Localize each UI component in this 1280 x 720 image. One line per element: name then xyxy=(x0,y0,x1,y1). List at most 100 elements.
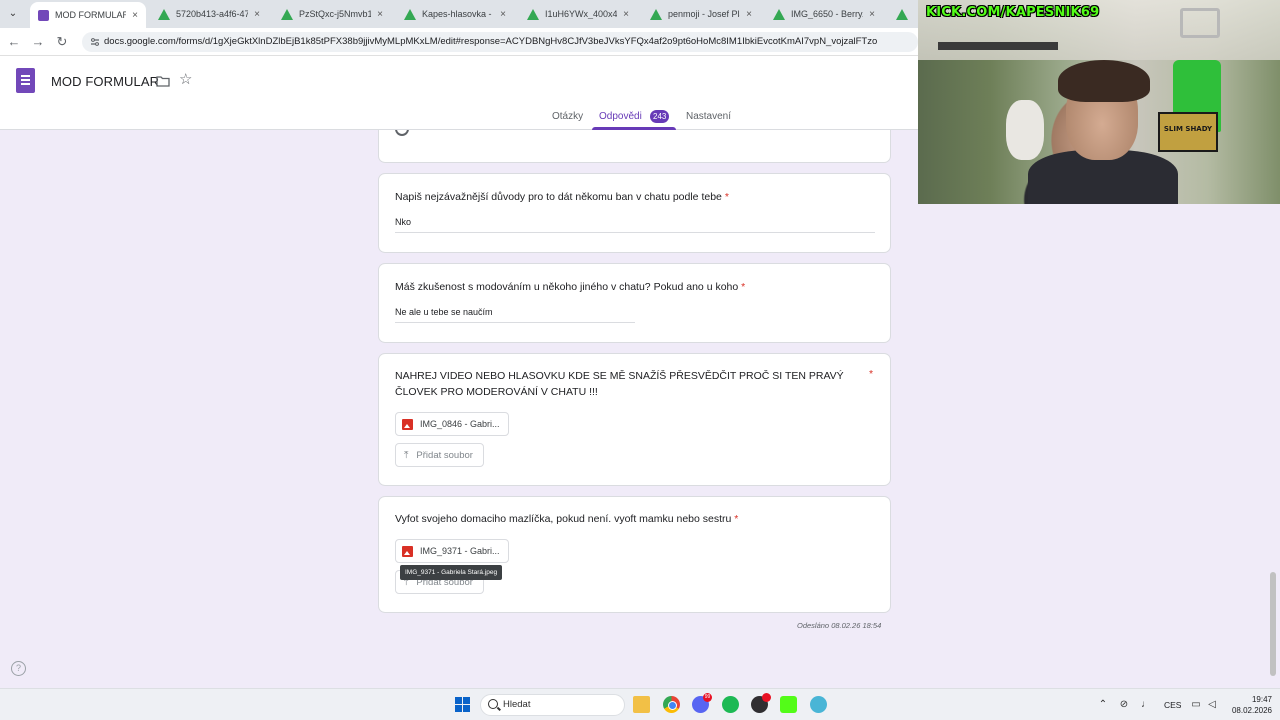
tab-questions[interactable]: Otázky xyxy=(552,111,583,122)
search-icon xyxy=(488,699,498,709)
file-name: IMG_0846 - Gabri... xyxy=(420,419,500,429)
responses-count-badge: 243 xyxy=(650,110,670,123)
file-name: IMG_9371 - Gabri... xyxy=(420,546,500,556)
address-bar[interactable]: docs.google.com/forms/d/1gXjeGktXlnDZlbE… xyxy=(82,32,918,52)
webcam-figure xyxy=(1006,100,1044,160)
close-tab-icon[interactable]: × xyxy=(869,9,875,20)
drive-icon xyxy=(650,8,662,20)
image-file-icon xyxy=(402,545,413,557)
drive-icon xyxy=(404,8,416,20)
drive-icon xyxy=(896,8,908,20)
question-card: Máš zkušenost s modováním u někoho jinéh… xyxy=(378,263,891,343)
tab-settings[interactable]: Nastavení xyxy=(686,111,731,122)
browser-tab[interactable]: Kapes-hlasovka - Star × xyxy=(396,2,514,26)
site-settings-icon[interactable] xyxy=(90,37,100,47)
tab-title: penmoji - Josef Plach xyxy=(668,9,740,19)
chevron-up-icon[interactable]: ⌃ xyxy=(1097,699,1109,711)
language-indicator[interactable]: CES xyxy=(1164,689,1181,720)
add-file-button[interactable]: ⤒ Přidat soubor xyxy=(395,443,484,467)
uploaded-file-chip[interactable]: IMG_9371 - Gabri... xyxy=(395,539,509,563)
tab-search-chevron-icon[interactable]: ⌄ xyxy=(4,6,22,22)
chrome-icon[interactable] xyxy=(663,696,680,713)
reload-icon[interactable]: ↻ xyxy=(54,34,70,50)
browser-tab[interactable]: 5720b413-a4f6-47bf × xyxy=(150,2,268,26)
drive-icon xyxy=(281,8,293,20)
close-tab-icon[interactable]: × xyxy=(377,9,383,20)
tab-title: 5720b413-a4f6-47bf xyxy=(176,9,249,19)
obs-recording-dot xyxy=(762,693,771,702)
browser-tab[interactable]: penmoji - Josef Plach × xyxy=(642,2,760,26)
help-icon[interactable]: ? xyxy=(11,661,26,676)
tab-title: Kapes-hlasovka - Star xyxy=(422,9,494,19)
image-file-icon xyxy=(402,418,413,430)
radio-button[interactable] xyxy=(395,130,409,136)
question-text: Napiš nejzávažnější důvody pro to dát ně… xyxy=(395,191,722,203)
spotify-icon[interactable] xyxy=(722,696,739,713)
close-tab-icon[interactable]: × xyxy=(254,9,260,20)
google-forms-logo-icon[interactable] xyxy=(16,68,35,93)
microphone-icon[interactable]: ♩ xyxy=(1140,699,1152,711)
browser-tab[interactable]: 79 xyxy=(888,2,918,26)
question-card: NAHREJ VIDEO NEBO HLASOVKU KDE SE MĚ SNA… xyxy=(378,353,891,486)
discord-badge: 99 xyxy=(703,693,712,702)
kick-app-icon[interactable] xyxy=(780,696,797,713)
browser-tab[interactable]: I1uH6YWx_400x400 × xyxy=(519,2,637,26)
tab-responses[interactable]: Odpovědi xyxy=(599,111,642,122)
kick-channel-label: KICK.COM/KAPESNIK69 xyxy=(926,5,1100,20)
close-tab-icon[interactable]: × xyxy=(500,9,506,20)
close-tab-icon[interactable]: × xyxy=(746,9,752,20)
tab-title: IMG_6650 - Berry.jpeg xyxy=(791,9,863,19)
webcam-shelf xyxy=(938,42,1058,50)
forms-header: MOD FORMULAR ☆ Otázky Odpovědi 243 Nasta… xyxy=(0,56,918,130)
uploaded-file-chip[interactable]: IMG_0846 - Gabri... xyxy=(395,412,509,436)
close-tab-icon[interactable]: × xyxy=(623,9,629,20)
clock-date: 08.02.2026 xyxy=(1231,706,1272,715)
url-text: docs.google.com/forms/d/1gXjeGktXlnDZlbE… xyxy=(104,36,878,47)
tab-title: PzStQxc-j5Nmvb1US xyxy=(299,9,372,19)
required-asterisk: * xyxy=(734,513,739,525)
search-placeholder: Hledat xyxy=(503,699,531,710)
question-text: Máš zkušenost s modováním u někoho jinéh… xyxy=(395,281,739,293)
star-icon[interactable]: ☆ xyxy=(179,72,192,88)
question-title: NAHREJ VIDEO NEBO HLASOVKU KDE SE MĚ SNA… xyxy=(395,370,844,398)
app-icon[interactable] xyxy=(810,696,827,713)
webcam-poster: SLIM SHADY xyxy=(1158,112,1218,152)
tab-title: MOD FORMULAR - Fo xyxy=(55,10,127,20)
system-clock[interactable]: 19:47 08.02.2026 xyxy=(1226,694,1272,716)
webcam-person-hair xyxy=(1058,60,1150,102)
close-tab-icon[interactable]: × xyxy=(132,10,138,21)
page-scrollbar[interactable] xyxy=(1270,572,1276,676)
question-title: Napiš nejzávažnější důvody pro to dát ně… xyxy=(395,189,875,205)
question-title: Vyfot svojeho domaciho mazlíčka, pokud n… xyxy=(395,511,875,527)
display-icon[interactable]: ▭ xyxy=(1190,699,1202,711)
answer-text: Nko xyxy=(395,217,875,233)
forms-icon xyxy=(38,9,49,21)
network-off-icon[interactable]: ⊘ xyxy=(1118,699,1130,711)
back-arrow-icon[interactable]: ← xyxy=(6,34,22,50)
windows-start-icon[interactable] xyxy=(455,697,470,712)
taskbar-search[interactable]: Hledat xyxy=(480,694,625,716)
answer-text: Ne ale u tebe se naučím xyxy=(395,307,635,323)
file-name-tooltip: IMG_9371 - Gabriela Stará.jpeg xyxy=(400,565,503,580)
drive-icon xyxy=(773,8,785,20)
file-explorer-icon[interactable] xyxy=(633,696,650,713)
poster-text: SLIM SHADY xyxy=(1163,125,1213,133)
folder-icon[interactable] xyxy=(156,75,170,87)
browser-tab[interactable]: IMG_6650 - Berry.jpeg × xyxy=(765,2,883,26)
upload-icon: ⤒ xyxy=(404,449,409,461)
forward-arrow-icon[interactable]: → xyxy=(30,34,46,50)
required-asterisk: * xyxy=(724,191,729,203)
required-asterisk: * xyxy=(869,368,874,380)
browser-tab-mod-formular[interactable]: MOD FORMULAR - Fo × xyxy=(30,2,146,28)
form-tabs: Otázky Odpovědi 243 Nastavení xyxy=(0,108,918,130)
volume-icon[interactable]: ◁ xyxy=(1206,699,1218,711)
browser-tab[interactable]: PzStQxc-j5Nmvb1US × xyxy=(273,2,391,26)
form-title[interactable]: MOD FORMULAR xyxy=(51,74,159,89)
clock-time: 19:47 xyxy=(1251,695,1272,704)
required-asterisk: * xyxy=(741,281,746,293)
question-card: Napiš nejzávažnější důvody pro to dát ně… xyxy=(378,173,891,253)
tab-title: I1uH6YWx_400x400 xyxy=(545,9,618,19)
windows-taskbar: Hledat 99 ⌃ ⊘ ♩ CES ▭ ◁ 19:47 08.02.2026 xyxy=(0,688,1280,720)
question-text: Vyfot svojeho domaciho mazlíčka, pokud n… xyxy=(395,513,732,525)
submitted-timestamp: Odesláno 08.02.26 18:54 xyxy=(797,621,882,630)
